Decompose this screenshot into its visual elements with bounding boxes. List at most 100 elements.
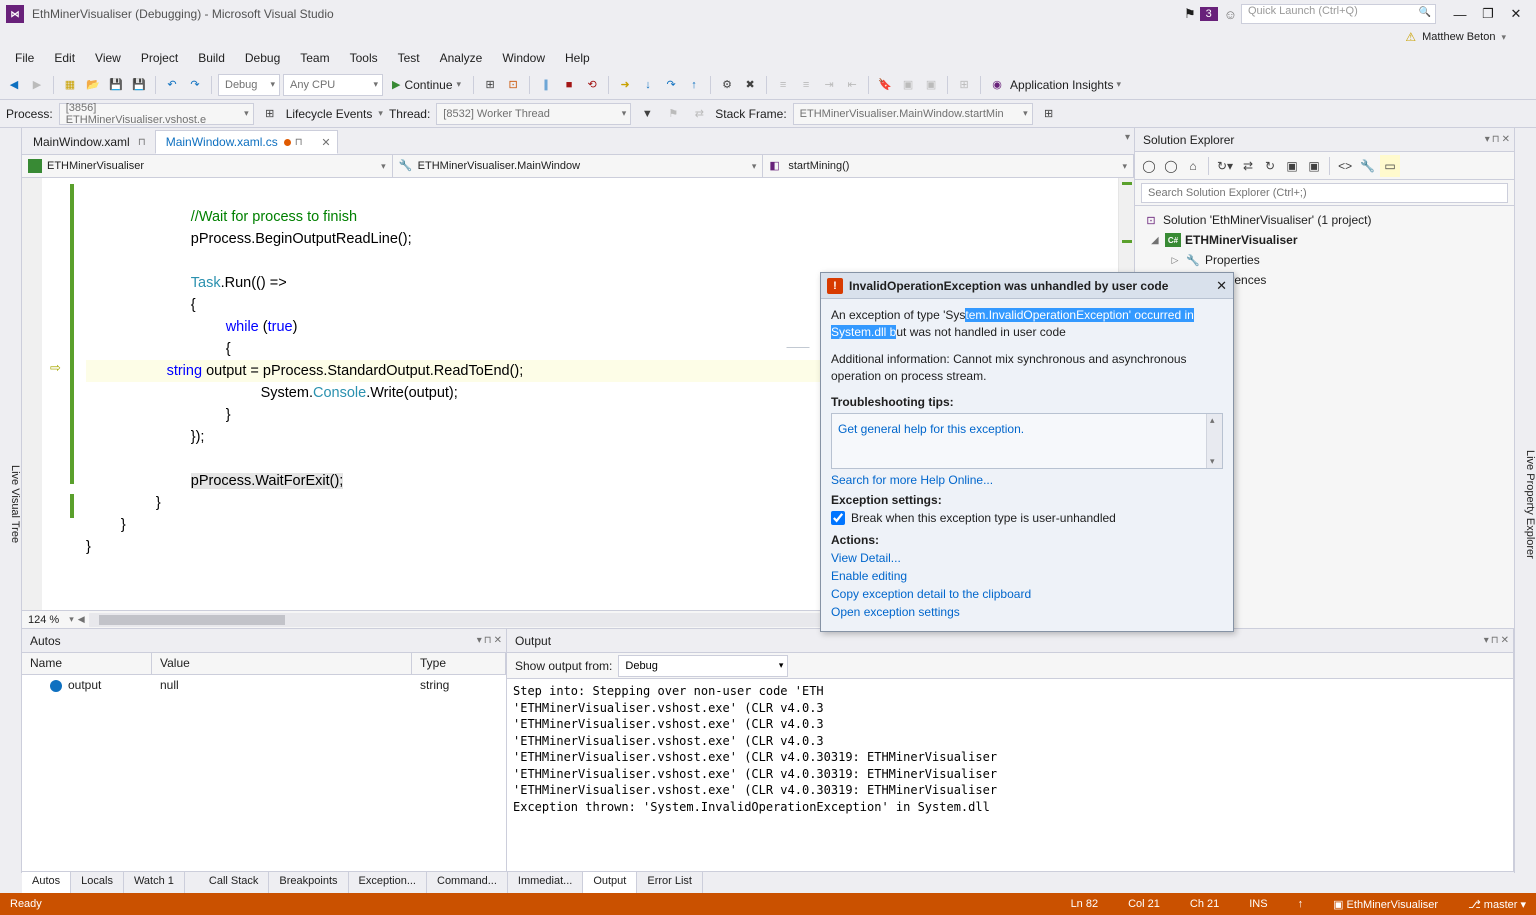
minimize-button[interactable]: — — [1446, 7, 1474, 22]
threads-icon[interactable]: ⇄ — [689, 103, 709, 125]
toolbar-btn-7[interactable]: ⊞ — [954, 74, 974, 96]
solution-search-input[interactable] — [1141, 183, 1508, 203]
tab-callstack[interactable]: Call Stack — [199, 872, 270, 893]
notifications-flag-icon[interactable]: ⚑ — [1184, 6, 1196, 22]
output-text[interactable]: Step into: Stepping over non-user code '… — [507, 679, 1513, 873]
restore-button[interactable]: ❐ — [1474, 6, 1502, 22]
window-position-icon[interactable]: ▾ — [1485, 134, 1490, 145]
feedback-icon[interactable]: ☺ — [1224, 7, 1237, 22]
showall-icon[interactable]: ▣ — [1282, 155, 1302, 177]
action-open-settings[interactable]: Open exception settings — [831, 605, 1223, 619]
thread-combo[interactable]: [8532] Worker Thread — [436, 103, 631, 125]
tab-immediate[interactable]: Immediat... — [508, 872, 583, 893]
autos-row[interactable]: output null string — [22, 675, 506, 695]
preview-icon[interactable]: ▭ — [1380, 155, 1400, 177]
flag-icon[interactable]: ⚑ — [663, 103, 683, 125]
nav-class-combo[interactable]: 🔧 ETHMinerVisualiser.MainWindow — [393, 155, 764, 177]
back-icon[interactable]: ◯ — [1139, 155, 1159, 177]
filter-icon[interactable]: ▼ — [637, 103, 657, 125]
output-from-combo[interactable]: Debug — [618, 655, 788, 677]
nav-back-button[interactable]: ◀ — [4, 74, 24, 96]
tab-mainwindow-xaml[interactable]: MainWindow.xaml ⊓ — [22, 130, 155, 154]
toolbar-btn-2[interactable]: ⊡ — [503, 74, 523, 96]
menu-help[interactable]: Help — [556, 48, 599, 68]
live-property-explorer-tab[interactable]: Live Property Explorer — [1514, 128, 1536, 873]
action-view-detail[interactable]: View Detail... — [831, 551, 1223, 565]
tab-locals[interactable]: Locals — [71, 872, 124, 893]
tab-autos[interactable]: Autos — [22, 872, 71, 893]
quick-launch-input[interactable]: Quick Launch (Ctrl+Q) — [1241, 4, 1436, 24]
code-icon[interactable]: <> — [1335, 155, 1355, 177]
tips-box[interactable]: Get general help for this exception. ▴ ▾ — [831, 413, 1223, 469]
solution-node[interactable]: ⊡ Solution 'EthMinerVisualiser' (1 proje… — [1135, 210, 1514, 230]
col-name[interactable]: Name — [22, 653, 152, 674]
exception-header[interactable]: ! InvalidOperationException was unhandle… — [821, 273, 1233, 299]
save-all-button[interactable]: 💾 — [129, 74, 149, 96]
pin-icon[interactable]: ⊓ — [295, 137, 303, 148]
step-over-button[interactable]: ↷ — [661, 74, 681, 96]
refresh2-icon[interactable]: ↻ — [1260, 155, 1280, 177]
menu-team[interactable]: Team — [291, 48, 338, 68]
tab-watch1[interactable]: Watch 1 — [124, 872, 185, 893]
toolbar-btn-5[interactable]: ▣ — [898, 74, 918, 96]
account-dropdown-icon[interactable]: ▾ — [1501, 32, 1506, 43]
outdent-button[interactable]: ⇤ — [842, 74, 862, 96]
properties-icon[interactable]: 🔧 — [1357, 155, 1378, 177]
menu-project[interactable]: Project — [132, 48, 187, 68]
open-button[interactable]: 📂 — [83, 74, 103, 96]
zoom-combo[interactable]: 124 % — [22, 614, 65, 626]
fwd-icon[interactable]: ◯ — [1161, 155, 1181, 177]
tab-command[interactable]: Command... — [427, 872, 508, 893]
live-visual-tree-tab[interactable]: Live Visual Tree — [0, 128, 22, 873]
tab-breakpoints[interactable]: Breakpoints — [269, 872, 348, 893]
properties-node[interactable]: ▷ 🔧 Properties — [1135, 250, 1514, 270]
tab-output[interactable]: Output — [583, 872, 637, 893]
account-name[interactable]: Matthew Beton — [1422, 31, 1495, 43]
close-icon[interactable]: ✕ — [1502, 134, 1510, 145]
menu-file[interactable]: File — [6, 48, 43, 68]
stop-button[interactable]: ■ — [559, 74, 579, 96]
output-title[interactable]: Output ▾⊓✕ — [507, 629, 1513, 653]
close-tab-icon[interactable]: ✕ — [321, 136, 330, 149]
collapse-icon[interactable]: ▣ — [1304, 155, 1324, 177]
menu-view[interactable]: View — [86, 48, 130, 68]
platform-combo[interactable]: Any CPU — [283, 74, 383, 96]
autos-title[interactable]: Autos ▾⊓✕ — [22, 629, 506, 653]
bookmark-button[interactable]: 🔖 — [875, 74, 895, 96]
menu-edit[interactable]: Edit — [45, 48, 84, 68]
nav-project-combo[interactable]: ETHMinerVisualiser — [22, 155, 393, 177]
col-value[interactable]: Value — [152, 653, 412, 674]
close-button[interactable]: ✕ — [1502, 6, 1530, 22]
action-copy-detail[interactable]: Copy exception detail to the clipboard — [831, 587, 1223, 601]
tab-mainwindow-xaml-cs[interactable]: MainWindow.xaml.cs ⊓ ✕ — [155, 130, 338, 154]
break-all-button[interactable]: ∥ — [536, 74, 556, 96]
sync-icon[interactable]: ⇄ — [1238, 155, 1258, 177]
insights-label[interactable]: Application Insights — [1010, 78, 1113, 92]
exception-message[interactable]: An exception of type 'System.InvalidOper… — [831, 307, 1223, 341]
status-branch[interactable]: master — [1484, 899, 1518, 911]
project-node[interactable]: ◢ C# ETHMinerVisualiser — [1135, 230, 1514, 250]
menu-tools[interactable]: Tools — [341, 48, 387, 68]
redo-button[interactable]: ↷ — [185, 74, 205, 96]
toolbar-btn-6[interactable]: ▣ — [921, 74, 941, 96]
tip-link[interactable]: Get general help for this exception. — [838, 422, 1216, 436]
exception-close-button[interactable]: ✕ — [1216, 278, 1227, 294]
notifications-badge[interactable]: 3 — [1200, 7, 1218, 21]
comment-button[interactable]: ≡ — [773, 74, 793, 96]
status-repo[interactable]: EthMinerVisualiser — [1347, 899, 1439, 911]
solution-explorer-search[interactable] — [1135, 180, 1514, 206]
lifecycle-icon[interactable]: ⊞ — [260, 103, 280, 125]
menu-window[interactable]: Window — [493, 48, 554, 68]
home-icon[interactable]: ⌂ — [1183, 155, 1203, 177]
process-combo[interactable]: [3856] ETHMinerVisualiser.vshost.e — [59, 103, 254, 125]
menu-debug[interactable]: Debug — [236, 48, 289, 68]
toolbar-btn-3[interactable]: ⚙ — [717, 74, 737, 96]
refresh-icon[interactable]: ↻▾ — [1214, 155, 1236, 177]
menu-build[interactable]: Build — [189, 48, 234, 68]
tab-exception[interactable]: Exception... — [349, 872, 427, 893]
nav-method-combo[interactable]: ◧ startMining() — [763, 155, 1134, 177]
stackframe-combo[interactable]: ETHMinerVisualiser.MainWindow.startMin — [793, 103, 1033, 125]
pin-icon[interactable]: ⊓ — [1492, 134, 1500, 145]
insights-icon[interactable]: ◉ — [987, 74, 1007, 96]
autos-grid[interactable]: Name Value Type output null string — [22, 653, 506, 873]
